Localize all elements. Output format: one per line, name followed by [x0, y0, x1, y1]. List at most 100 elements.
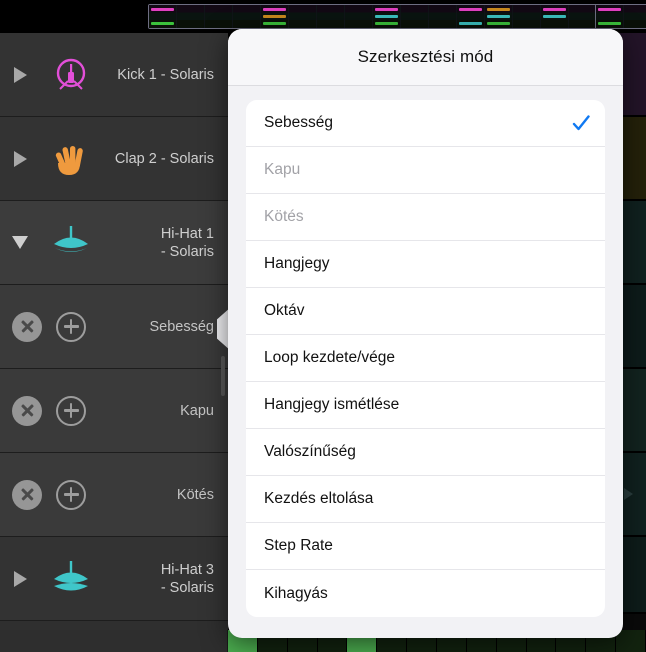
kick-drum-icon [40, 53, 102, 97]
track-row[interactable]: Hi-Hat 1 - Solaris [0, 201, 228, 285]
checkmark-icon [571, 160, 591, 180]
checkmark-icon [571, 489, 591, 509]
menu-item-k-t-s: Kötés [246, 194, 605, 241]
lane-row-label: Kapu [180, 402, 214, 419]
pattern-overview-cell [177, 5, 205, 28]
remove-lane-icon[interactable] [12, 479, 42, 510]
track-name-label: Hi-Hat 3 - Solaris [160, 561, 214, 596]
pattern-overview-cell [485, 5, 513, 28]
track-name-label: Hi-Hat 1 - Solaris [160, 225, 214, 260]
menu-item-label: Kezdés eltolása [264, 490, 374, 507]
pattern-note-block [459, 22, 482, 25]
pattern-overview-cell [373, 5, 401, 28]
menu-item-loop-kezdete-v-ge[interactable]: Loop kezdete/vége [246, 335, 605, 382]
remove-lane-icon[interactable] [12, 311, 42, 342]
pattern-overview-cell [541, 5, 569, 28]
menu-item-label: Valószínűség [264, 443, 356, 460]
pattern-overview-cell [457, 5, 485, 28]
add-lane-icon[interactable] [56, 479, 86, 510]
pattern-note-block [263, 15, 286, 18]
chevron-right-icon[interactable] [0, 66, 40, 83]
pattern-overview-cell [205, 5, 233, 28]
checkmark-icon [571, 207, 591, 227]
popup-body: Sebesség Kapu Kötés Hangjegy Oktáv Loop kezde… [228, 86, 623, 633]
pattern-note-block [543, 8, 566, 11]
pattern-overview-cell [289, 5, 317, 28]
checkmark-icon [571, 254, 591, 274]
edit-mode-menu[interactable]: Sebesség Kapu Kötés Hangjegy Oktáv Loop kezde… [246, 100, 605, 617]
pattern-note-block [375, 22, 398, 25]
menu-item-kapu: Kapu [246, 147, 605, 194]
lane-row[interactable]: Sebesség [0, 285, 228, 369]
menu-item-label: Kihagyás [264, 584, 328, 602]
pattern-note-block [487, 15, 510, 18]
clap-hand-icon [40, 137, 102, 181]
checkmark-icon [571, 584, 591, 604]
chevron-right-icon[interactable] [0, 150, 40, 167]
lane-row-buttons [0, 311, 86, 342]
track-list-scrollbar[interactable] [221, 356, 225, 396]
menu-item-kihagy-s[interactable]: Kihagyás [246, 570, 605, 617]
pattern-overview-cell [596, 5, 624, 28]
lane-row-buttons [0, 479, 86, 510]
pattern-overview-cell [261, 5, 289, 28]
lane-row[interactable]: Kötés [0, 453, 228, 537]
lane-row-label: Kötés [176, 486, 214, 503]
menu-item-okt-v[interactable]: Oktáv [246, 288, 605, 335]
menu-item-hangjegy-ism-tl-se[interactable]: Hangjegy ismétlése [246, 382, 605, 429]
menu-item-label: Step Rate [264, 537, 333, 554]
pattern-overview-cell [233, 5, 261, 28]
disclosure-triangle [13, 150, 27, 167]
menu-item-label: Kapu [264, 161, 301, 178]
disclosure-triangle [12, 236, 28, 249]
pattern-note-block [263, 8, 286, 11]
chevron-down-icon[interactable] [0, 236, 40, 249]
checkmark-icon [571, 536, 591, 556]
lane-row-buttons [0, 395, 86, 426]
track-row[interactable]: Clap 2 - Solaris [0, 117, 228, 201]
pattern-overview-group-a[interactable] [148, 4, 598, 29]
step-cell[interactable] [616, 630, 646, 652]
checkmark-icon [571, 348, 591, 368]
pattern-overview-cell [401, 5, 429, 28]
remove-lane-icon[interactable] [12, 395, 42, 426]
add-lane-icon[interactable] [56, 395, 86, 426]
edit-mode-popover: Szerkesztési mód Sebesség Kapu Kötés Hangje… [228, 29, 623, 638]
menu-item-step-rate[interactable]: Step Rate [246, 523, 605, 570]
pattern-overview-cell [569, 5, 597, 28]
menu-item-hangjegy[interactable]: Hangjegy [246, 241, 605, 288]
pattern-overview-group-b[interactable] [595, 4, 646, 29]
pattern-note-block [375, 8, 398, 11]
track-row[interactable]: Hi-Hat 3 - Solaris [0, 537, 228, 621]
lane-row[interactable]: Kapu [0, 369, 228, 453]
pattern-overview-cell [149, 5, 177, 28]
pattern-overview-cell [429, 5, 457, 28]
menu-item-label: Oktáv [264, 302, 305, 319]
chevron-right-icon[interactable] [0, 570, 40, 587]
pattern-note-block [375, 15, 398, 18]
disclosure-triangle [13, 570, 27, 587]
menu-item-kezd-s-eltol-sa[interactable]: Kezdés eltolása [246, 476, 605, 523]
pattern-overview-cell [624, 5, 646, 28]
pattern-overview-cell [317, 5, 345, 28]
pattern-note-block [487, 22, 510, 25]
track-row[interactable]: Kick 1 - Solaris [0, 33, 228, 117]
pattern-note-block [543, 15, 566, 18]
menu-item-sebess-g[interactable]: Sebesség [246, 100, 605, 147]
bottom-step-row-label [0, 630, 228, 652]
pattern-note-block [487, 8, 510, 11]
menu-item-label: Sebesség [264, 114, 333, 131]
pattern-note-block [459, 8, 482, 11]
pattern-note-block [598, 8, 621, 11]
menu-item-val-sz-n-s-g[interactable]: Valószínűség [246, 429, 605, 476]
menu-item-label: Loop kezdete/vége [264, 349, 395, 366]
add-lane-icon[interactable] [56, 311, 86, 342]
track-name-label: Clap 2 - Solaris [114, 150, 214, 167]
checkmark-icon [571, 442, 591, 462]
scroll-right-arrow-icon[interactable] [624, 488, 633, 500]
checkmark-icon [571, 301, 591, 321]
pattern-overview-cell [513, 5, 541, 28]
hi-hat-open-icon [40, 558, 102, 600]
track-list[interactable]: Kick 1 - Solaris Clap 2 - Solaris Hi-Hat 1… [0, 33, 228, 630]
pattern-overview-cell [345, 5, 373, 28]
